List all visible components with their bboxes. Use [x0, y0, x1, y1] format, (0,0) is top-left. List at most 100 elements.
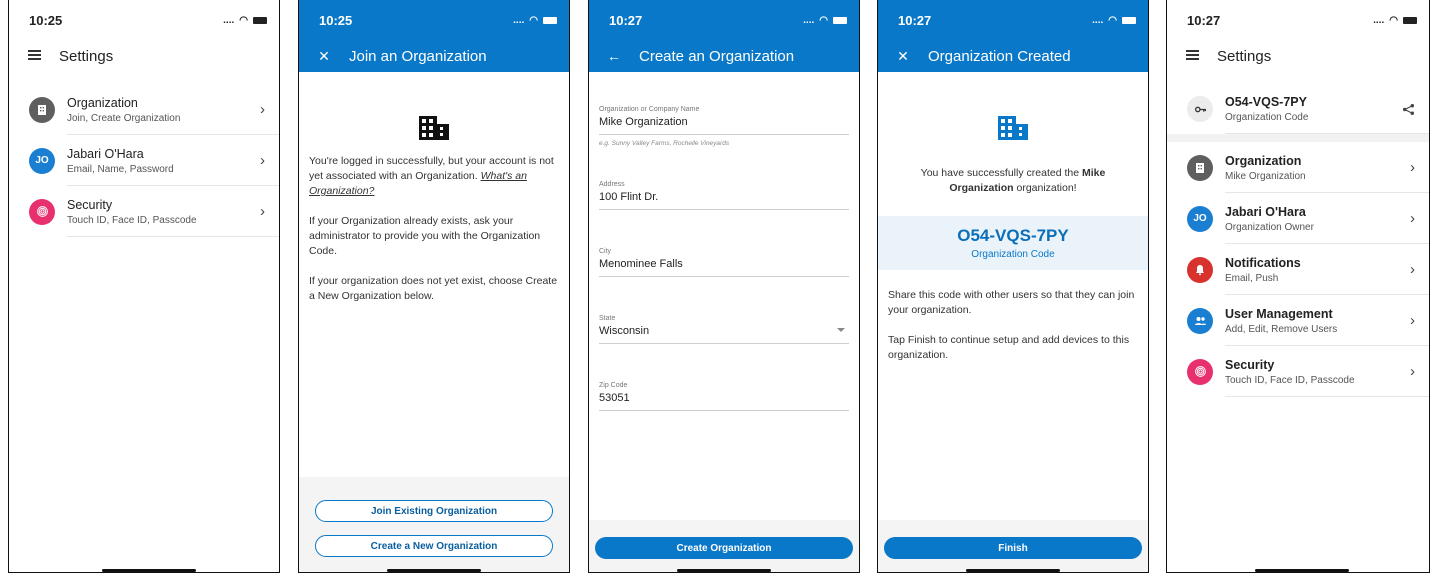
- organization-code-label: Organization Code: [971, 249, 1055, 260]
- wifi-icon: ◠: [239, 14, 248, 26]
- create-new-organization-button[interactable]: Create a New Organization: [315, 535, 553, 557]
- list-item-title: Organization: [67, 95, 138, 110]
- settings-item-organization[interactable]: Organization Mike Organization ›: [1167, 142, 1429, 193]
- fingerprint-icon: [1187, 358, 1213, 385]
- finish-button[interactable]: Finish: [884, 537, 1142, 559]
- signal-icon: ....: [223, 14, 235, 26]
- field-value[interactable]: Menominee Falls: [599, 258, 849, 277]
- tap-finish-paragraph: Tap Finish to continue setup and add dev…: [888, 334, 1130, 361]
- success-message: You have successfully created the Mike O…: [878, 166, 1148, 196]
- list-item-title: Security: [1225, 357, 1275, 372]
- home-indicator: [102, 569, 196, 572]
- list-item-title: User Management: [1225, 306, 1333, 321]
- wifi-icon: ◠: [819, 14, 828, 26]
- zip-code-field[interactable]: Zip Code 53051: [589, 382, 859, 411]
- settings-item-profile[interactable]: JO Jabari O'Hara Email, Name, Password ›: [9, 135, 279, 186]
- close-icon[interactable]: ✕: [313, 48, 335, 65]
- chevron-right-icon: ›: [260, 101, 265, 118]
- building-icon-wrap: [878, 114, 1148, 142]
- building-icon: [29, 96, 55, 123]
- battery-icon: [1122, 16, 1136, 24]
- app-bar: Settings: [1167, 40, 1429, 72]
- field-label: Zip Code: [599, 382, 628, 389]
- back-arrow-icon[interactable]: ←: [603, 48, 625, 64]
- dropdown-arrow-icon: [837, 328, 845, 332]
- organization-name-field[interactable]: Organization or Company Name Mike Organi…: [589, 106, 859, 147]
- existing-org-paragraph: If your Organization already exists, ask…: [309, 215, 541, 257]
- share-code-paragraph: Share this code with other users so that…: [888, 289, 1135, 316]
- building-icon: [419, 116, 449, 140]
- avatar: JO: [29, 147, 55, 174]
- list-item-subtitle: Touch ID, Face ID, Passcode: [1225, 374, 1355, 386]
- status-time: 10:25: [29, 12, 63, 28]
- home-indicator: [966, 569, 1060, 572]
- field-label: Organization or Company Name: [599, 106, 700, 113]
- signal-icon: ....: [1373, 14, 1385, 26]
- key-icon: [1187, 96, 1213, 122]
- signal-icon: ....: [513, 14, 525, 26]
- chevron-right-icon: ›: [1410, 261, 1415, 278]
- list-item-subtitle: Mike Organization: [1225, 170, 1306, 182]
- status-time: 10:27: [609, 12, 643, 28]
- field-value[interactable]: Mike Organization: [599, 116, 849, 135]
- list-item-subtitle: Email, Name, Password: [67, 163, 174, 175]
- screen-settings-updated: 10:27 .... ◠ Settings O54-VQS-7PY Organiz…: [1166, 0, 1430, 573]
- field-label: Address: [599, 181, 625, 188]
- wifi-icon: ◠: [1108, 14, 1117, 26]
- app-bar: ✕ Join an Organization: [299, 40, 569, 72]
- city-field[interactable]: City Menominee Falls: [589, 248, 859, 277]
- page-title: Join an Organization: [349, 47, 487, 65]
- screen-settings-initial: 10:25 .... ◠ Settings Organization Join, …: [8, 0, 280, 573]
- signal-icon: ....: [803, 14, 815, 26]
- settings-item-profile[interactable]: JO Jabari O'Hara Organization Owner ›: [1167, 193, 1429, 244]
- home-indicator: [387, 569, 481, 572]
- list-item-subtitle: Organization Owner: [1225, 221, 1314, 233]
- battery-icon: [543, 16, 557, 24]
- screen-organization-created: 10:27 .... ◠ ✕ Organization Created You h…: [877, 0, 1149, 573]
- join-existing-organization-button[interactable]: Join Existing Organization: [315, 500, 553, 522]
- list-item-subtitle: Organization Code: [1225, 112, 1309, 123]
- screen-create-organization: 10:27 .... ◠ ← Create an Organization Org…: [588, 0, 860, 573]
- new-org-paragraph: If your organization does not yet exist,…: [309, 275, 558, 302]
- fingerprint-icon: [29, 198, 55, 225]
- list-item-title: O54-VQS-7PY: [1225, 95, 1307, 109]
- menu-icon[interactable]: [1181, 48, 1203, 65]
- settings-item-notifications[interactable]: Notifications Email, Push ›: [1167, 244, 1429, 295]
- field-value[interactable]: 53051: [599, 392, 849, 411]
- close-icon[interactable]: ✕: [892, 48, 914, 65]
- share-icon[interactable]: [1402, 103, 1415, 116]
- building-icon-large-wrap: [299, 114, 569, 142]
- field-value[interactable]: 100 Flint Dr.: [599, 191, 849, 210]
- organization-code-item[interactable]: O54-VQS-7PY Organization Code: [1167, 84, 1429, 134]
- screen-join-organization: 10:25 .... ◠ ✕ Join an Organization You'r…: [298, 0, 570, 573]
- status-bar: 10:25 .... ◠: [299, 0, 569, 40]
- bottom-action-area: [299, 477, 569, 572]
- settings-item-organization[interactable]: Organization Join, Create Organization ›: [9, 84, 279, 135]
- battery-icon: [1403, 16, 1417, 24]
- list-item-subtitle: Join, Create Organization: [67, 112, 181, 124]
- organization-code: O54-VQS-7PY: [957, 226, 1069, 245]
- home-indicator: [1255, 569, 1349, 572]
- create-organization-button[interactable]: Create Organization: [595, 537, 853, 559]
- wifi-icon: ◠: [1389, 14, 1398, 26]
- page-title: Organization Created: [928, 47, 1071, 65]
- page-title: Settings: [59, 47, 114, 65]
- bell-icon: [1187, 256, 1213, 283]
- status-bar: 10:25 .... ◠: [9, 0, 279, 40]
- list-item-subtitle: Add, Edit, Remove Users: [1225, 323, 1338, 335]
- app-bar: ← Create an Organization: [589, 40, 859, 72]
- intro-paragraph: You're logged in successfully, but your …: [299, 154, 569, 199]
- settings-item-user-management[interactable]: User Management Add, Edit, Remove Users …: [1167, 295, 1429, 346]
- signal-icon: ....: [1092, 14, 1104, 26]
- status-time: 10:27: [898, 12, 932, 28]
- settings-item-security[interactable]: Security Touch ID, Face ID, Passcode ›: [1167, 346, 1429, 397]
- menu-icon[interactable]: [23, 48, 45, 65]
- settings-item-security[interactable]: Security Touch ID, Face ID, Passcode ›: [9, 186, 279, 237]
- battery-icon: [253, 16, 267, 24]
- chevron-right-icon: ›: [260, 203, 265, 220]
- address-field[interactable]: Address 100 Flint Dr.: [589, 181, 859, 210]
- state-select[interactable]: State Wisconsin: [589, 315, 859, 344]
- field-value[interactable]: Wisconsin: [599, 325, 849, 344]
- chevron-right-icon: ›: [1410, 210, 1415, 227]
- status-bar: 10:27 .... ◠: [878, 0, 1148, 40]
